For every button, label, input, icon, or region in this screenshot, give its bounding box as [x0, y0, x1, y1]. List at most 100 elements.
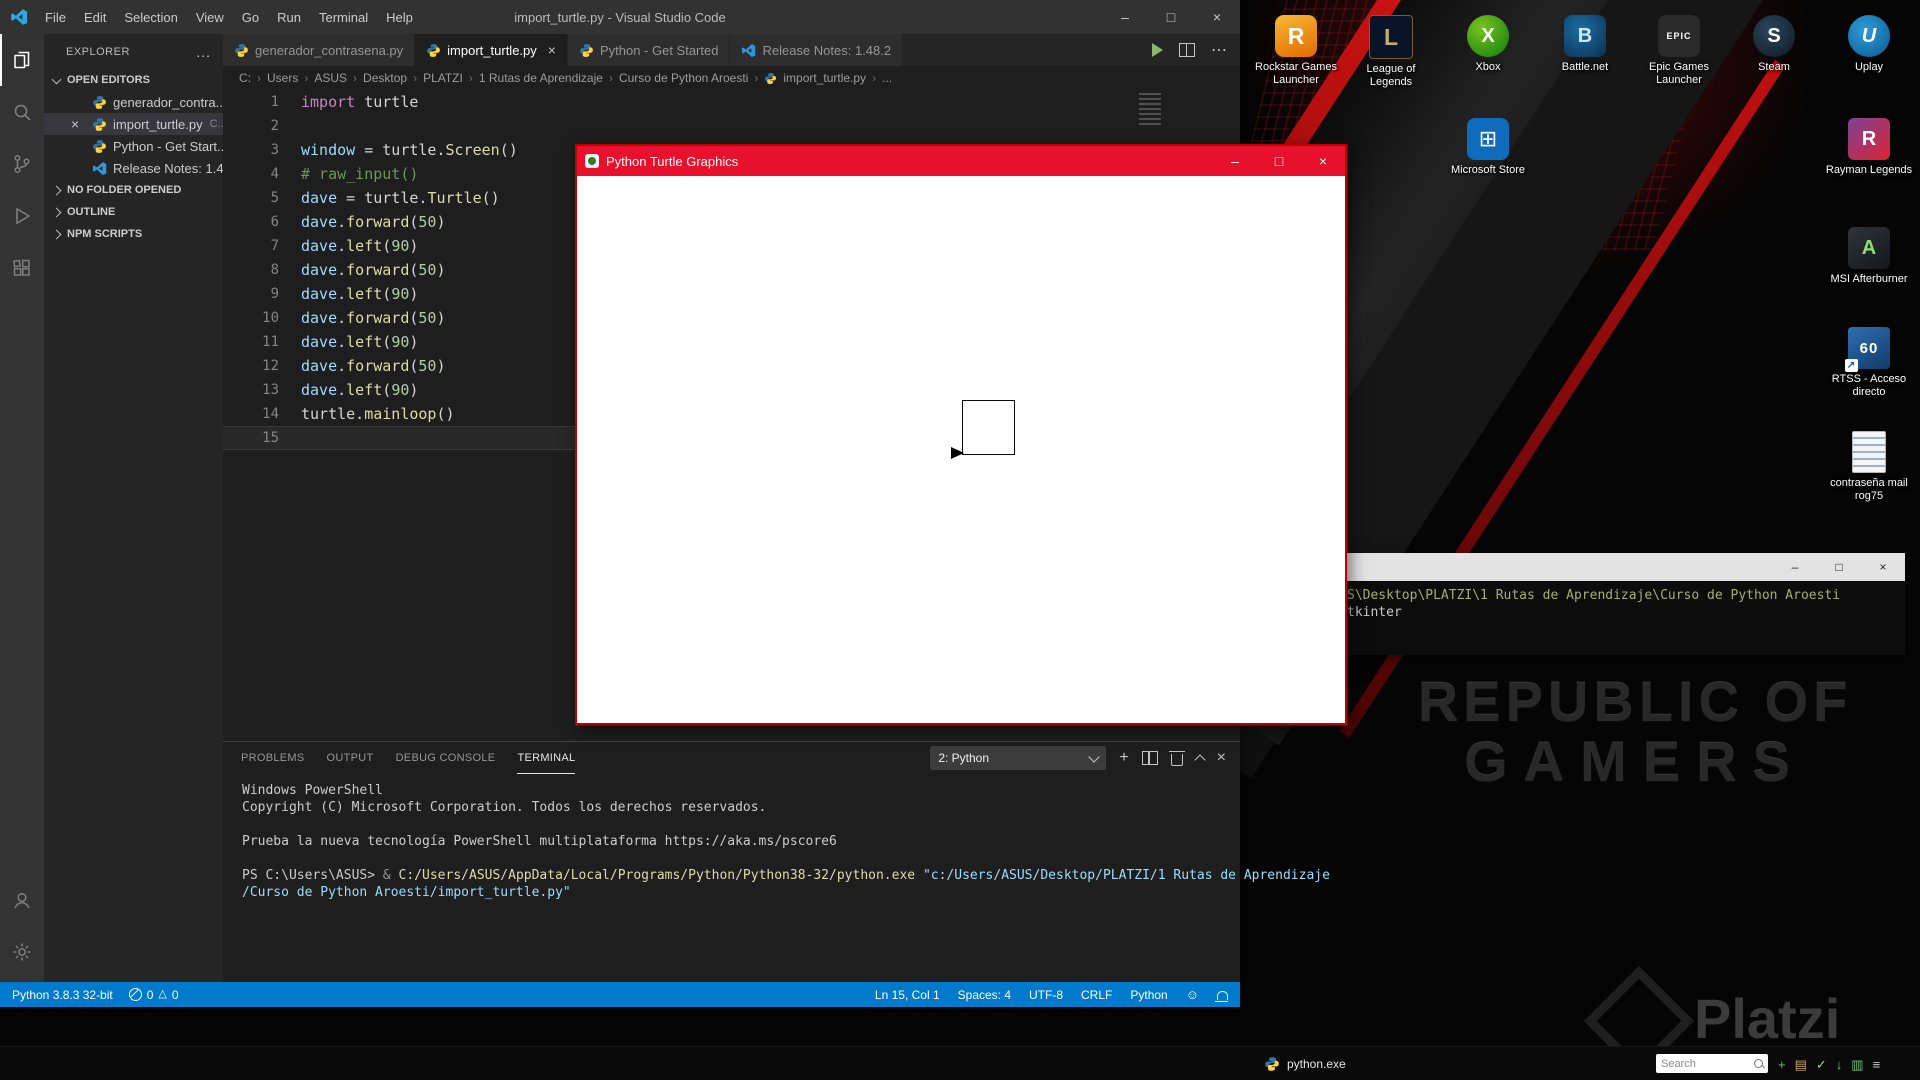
account-icon[interactable]: [0, 874, 44, 926]
close-editor-icon[interactable]: ×: [71, 113, 79, 135]
line-number[interactable]: 2: [223, 114, 301, 138]
desktop-icon-rayman-legends[interactable]: RRayman Legends: [1821, 118, 1917, 177]
line-number[interactable]: 7: [223, 234, 301, 258]
turtle-titlebar[interactable]: Python Turtle Graphics – □ ×: [577, 146, 1345, 176]
editor-tab-release-notes-1-48-2[interactable]: Release Notes: 1.48.2: [730, 34, 903, 66]
breadcrumb-item[interactable]: Desktop: [363, 71, 407, 85]
sidebar-section-outline[interactable]: OUTLINE: [44, 201, 223, 223]
desktop-icon-microsoft-store[interactable]: ⊞Microsoft Store: [1440, 118, 1536, 177]
desktop-icon-msi-afterburner[interactable]: AMSI Afterburner: [1821, 227, 1917, 286]
menu-edit[interactable]: Edit: [75, 0, 115, 34]
explorer-icon[interactable]: [0, 34, 44, 86]
maximize-button[interactable]: □: [1257, 146, 1301, 176]
breadcrumb-item[interactable]: Users: [267, 71, 298, 85]
desktop-icon-uplay[interactable]: UUplay: [1821, 15, 1917, 74]
desktop-icon-rockstar-games-launcher[interactable]: RRockstar Games Launcher: [1248, 15, 1344, 87]
line-number[interactable]: 12: [223, 354, 301, 378]
line-number[interactable]: 15: [223, 426, 301, 450]
kill-terminal-icon[interactable]: [1171, 754, 1183, 766]
status-indentation[interactable]: Spaces: 4: [958, 988, 1011, 1002]
desktop-icon-xbox[interactable]: XXbox: [1440, 15, 1536, 74]
editor-tab-python-get-started[interactable]: Python - Get Started: [568, 34, 731, 66]
line-number[interactable]: 4: [223, 162, 301, 186]
more-actions-icon[interactable]: ⋯: [1211, 40, 1228, 60]
run-debug-icon[interactable]: [0, 190, 44, 242]
open-editor-generador-contra[interactable]: generador_contra...: [44, 91, 223, 113]
menu-help[interactable]: Help: [377, 0, 422, 34]
breadcrumb-item[interactable]: 1 Rutas de Aprendizaje: [479, 71, 603, 85]
menu-file[interactable]: File: [36, 0, 75, 34]
sidebar-more-actions-icon[interactable]: ...: [196, 44, 211, 60]
add-button[interactable]: +: [1778, 1058, 1786, 1071]
line-number[interactable]: 14: [223, 402, 301, 426]
search-input[interactable]: Search: [1656, 1054, 1768, 1073]
taskbar-python-app[interactable]: python.exe: [1256, 1051, 1354, 1077]
line-number[interactable]: 8: [223, 258, 301, 282]
desktop-icon-steam[interactable]: SSteam: [1726, 15, 1822, 74]
run-file-button[interactable]: [1152, 43, 1163, 57]
problems-indicator[interactable]: 0 △ 0: [129, 988, 179, 1002]
code-line-1[interactable]: 1import turtle: [223, 90, 1240, 114]
status-cursor-position[interactable]: Ln 15, Col 1: [875, 988, 940, 1002]
open-editor-import-turtle-py[interactable]: ×import_turtle.pyC...: [44, 113, 223, 135]
sidebar-section-npm-scripts[interactable]: NPM SCRIPTS: [44, 223, 223, 245]
open-editor-release-notes-1-4[interactable]: Release Notes: 1.4...: [44, 157, 223, 179]
status-encoding[interactable]: UTF-8: [1029, 988, 1063, 1002]
minimize-button[interactable]: –: [1213, 146, 1257, 176]
maximize-panel-icon[interactable]: [1194, 754, 1205, 765]
close-button[interactable]: ×: [1861, 553, 1905, 581]
minimize-button[interactable]: –: [1102, 0, 1148, 34]
close-button[interactable]: ×: [1194, 0, 1240, 34]
close-button[interactable]: ×: [1301, 146, 1345, 176]
close-panel-icon[interactable]: ×: [1217, 750, 1226, 766]
turtle-graphics-window[interactable]: Python Turtle Graphics – □ ×: [575, 144, 1347, 725]
open-editors-header[interactable]: OPEN EDITORS: [44, 69, 223, 91]
line-number[interactable]: 10: [223, 306, 301, 330]
panel-tab-debug-console[interactable]: DEBUG CONSOLE: [396, 742, 496, 774]
status-language-mode[interactable]: Python: [1130, 988, 1167, 1002]
line-number[interactable]: 5: [223, 186, 301, 210]
breadcrumb-item[interactable]: ...: [882, 71, 892, 85]
menu-view[interactable]: View: [187, 0, 233, 34]
settings-gear-icon[interactable]: [0, 926, 44, 978]
line-number[interactable]: 11: [223, 330, 301, 354]
panel-tab-output[interactable]: OUTPUT: [327, 742, 374, 774]
desktop-icon-epic-games-launcher[interactable]: EPICEpic Games Launcher: [1631, 15, 1727, 87]
panel-tab-problems[interactable]: PROBLEMS: [241, 742, 305, 774]
vscode-titlebar[interactable]: FileEditSelectionViewGoRunTerminalHelp i…: [0, 0, 1240, 34]
line-number[interactable]: 13: [223, 378, 301, 402]
search-icon[interactable]: [0, 86, 44, 138]
terminal-output[interactable]: Windows PowerShellCopyright (C) Microsof…: [223, 774, 1240, 901]
maximize-button[interactable]: □: [1817, 553, 1861, 581]
extensions-icon[interactable]: [0, 242, 44, 294]
python-console-window[interactable]: – □ × S\Desktop\PLATZI\1 Rutas de Aprend…: [1340, 553, 1905, 655]
desktop-icon-contrasena-mail-rog75[interactable]: contraseña mail rog75: [1821, 431, 1917, 503]
new-terminal-icon[interactable]: +: [1119, 750, 1128, 766]
desktop-icon-league-of-legends[interactable]: LLeague of Legends: [1343, 15, 1439, 89]
chart-icon[interactable]: ▥: [1851, 1058, 1863, 1071]
menu-terminal[interactable]: Terminal: [310, 0, 377, 34]
check-icon[interactable]: ✓: [1816, 1058, 1827, 1071]
editor-tab-import-turtle-py[interactable]: import_turtle.py×: [415, 34, 568, 66]
package-icon[interactable]: ▤: [1795, 1058, 1807, 1071]
line-number[interactable]: 9: [223, 282, 301, 306]
split-terminal-icon[interactable]: [1142, 751, 1158, 765]
turtle-canvas[interactable]: [577, 176, 1345, 723]
desktop-icon-battle-net[interactable]: BBattle.net: [1537, 15, 1633, 74]
console-titlebar[interactable]: – □ ×: [1340, 553, 1905, 581]
editor-tab-generador-contrasena-py[interactable]: generador_contrasena.py: [223, 34, 415, 66]
status-eol[interactable]: CRLF: [1081, 988, 1112, 1002]
close-tab-icon[interactable]: ×: [548, 42, 556, 58]
python-interpreter-status[interactable]: Python 3.8.3 32-bit: [12, 988, 113, 1002]
breadcrumb-item[interactable]: ASUS: [314, 71, 347, 85]
panel-tab-terminal[interactable]: TERMINAL: [517, 742, 575, 774]
feedback-smiley-icon[interactable]: ☺: [1186, 988, 1199, 1001]
download-icon[interactable]: ↓: [1836, 1058, 1843, 1071]
minimize-button[interactable]: –: [1773, 553, 1817, 581]
minimap[interactable]: [1139, 93, 1161, 127]
code-line-2[interactable]: 2: [223, 114, 1240, 138]
breadcrumb-item[interactable]: PLATZI: [423, 71, 463, 85]
menu-selection[interactable]: Selection: [115, 0, 186, 34]
split-editor-icon[interactable]: [1179, 43, 1195, 57]
breadcrumb-item[interactable]: import_turtle.py: [783, 71, 866, 85]
